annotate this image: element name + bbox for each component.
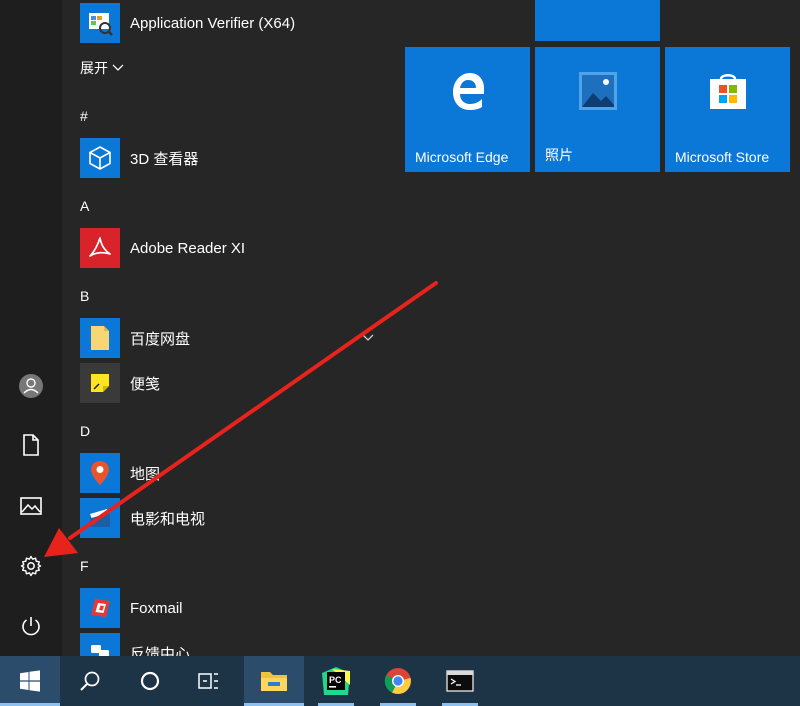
application-verifier-icon: [80, 3, 120, 43]
tile-partial-top[interactable]: [535, 0, 660, 41]
task-view-button[interactable]: [182, 656, 234, 706]
search-button[interactable]: [64, 656, 116, 706]
app-item-movies-tv[interactable]: 电影和电视: [80, 497, 205, 539]
group-header-b[interactable]: B: [80, 288, 89, 304]
photos-icon: [535, 69, 660, 113]
settings-gear-icon: [20, 555, 42, 577]
app-name: 地图: [130, 465, 161, 483]
group-header-d[interactable]: D: [80, 423, 90, 439]
app-name: 百度网盘: [130, 330, 191, 348]
file-explorer-icon: [261, 672, 287, 691]
map-pin-icon: [80, 453, 120, 493]
app-name: Adobe Reader XI: [130, 239, 246, 257]
pictures-button[interactable]: [10, 485, 52, 527]
chrome-icon: [384, 668, 411, 694]
tile-label: Microsoft Store: [675, 149, 770, 165]
user-account-button[interactable]: [10, 365, 52, 407]
foxmail-icon: [80, 588, 120, 628]
pycharm-button[interactable]: PC: [310, 656, 362, 706]
feedback-icon: [80, 633, 120, 656]
app-item-baidu-netdisk[interactable]: 百度网盘: [80, 317, 190, 359]
power-button[interactable]: [10, 605, 52, 647]
app-item-adobe-reader[interactable]: Adobe Reader XI: [80, 227, 245, 269]
app-name: 电影和电视: [130, 510, 206, 528]
settings-button[interactable]: [10, 545, 52, 587]
expand-label: 展开: [80, 60, 108, 76]
cube-icon: [80, 138, 120, 178]
tile-microsoft-store[interactable]: Microsoft Store: [665, 47, 790, 172]
app-name: 3D 查看器: [130, 150, 199, 168]
group-header-f[interactable]: F: [80, 558, 89, 574]
power-icon: [22, 617, 40, 636]
app-item-application-verifier[interactable]: Application Verifier (X64): [80, 2, 295, 44]
search-icon: [80, 671, 100, 691]
documents-button[interactable]: [10, 424, 52, 466]
app-item-foxmail[interactable]: Foxmail: [80, 587, 183, 629]
film-icon: [80, 498, 120, 538]
windows-logo-icon: [20, 670, 40, 692]
chevron-down-icon: [112, 64, 124, 71]
file-explorer-button[interactable]: [244, 656, 304, 706]
tile-label: 照片: [545, 147, 573, 163]
start-menu: Application Verifier (X64) 展开 # 3D 查看器 A: [0, 0, 800, 656]
task-view-icon: [198, 673, 218, 689]
pictures-icon: [20, 497, 42, 515]
app-name: Application Verifier (X64): [130, 14, 296, 32]
user-avatar-icon: [19, 374, 43, 398]
start-button[interactable]: [0, 656, 60, 706]
chevron-down-icon[interactable]: [362, 334, 374, 342]
edge-icon: [405, 69, 530, 113]
start-left-rail: [0, 0, 62, 656]
group-header-hash[interactable]: #: [80, 108, 88, 124]
tile-microsoft-edge[interactable]: Microsoft Edge: [405, 47, 530, 172]
expand-button[interactable]: 展开: [80, 58, 124, 78]
terminal-icon: [446, 670, 474, 692]
tile-label: Microsoft Edge: [415, 149, 509, 165]
group-header-a[interactable]: A: [80, 198, 89, 214]
terminal-button[interactable]: [434, 656, 486, 706]
store-bag-icon: [665, 69, 790, 113]
app-name: 便笺: [130, 375, 161, 393]
chrome-button[interactable]: [372, 656, 424, 706]
app-name: Foxmail: [130, 599, 183, 617]
app-item-feedback-hub[interactable]: 反馈中心: [80, 632, 190, 656]
app-list: Application Verifier (X64) 展开 # 3D 查看器 A: [62, 0, 392, 656]
sticky-note-icon: [80, 363, 120, 403]
app-name: 反馈中心: [130, 645, 191, 657]
app-item-3d-viewer[interactable]: 3D 查看器: [80, 137, 198, 179]
document-icon: [23, 434, 39, 456]
folder-icon: [80, 318, 120, 358]
tile-photos[interactable]: 照片: [535, 47, 660, 172]
adobe-reader-icon: [80, 228, 120, 268]
pycharm-icon: PC: [322, 667, 350, 695]
svg-text:PC: PC: [329, 675, 342, 685]
app-item-sticky-notes[interactable]: 便笺: [80, 362, 160, 404]
cortana-icon: [140, 671, 160, 691]
taskbar: PC: [0, 656, 800, 706]
app-item-maps[interactable]: 地图: [80, 452, 160, 494]
cortana-button[interactable]: [124, 656, 176, 706]
